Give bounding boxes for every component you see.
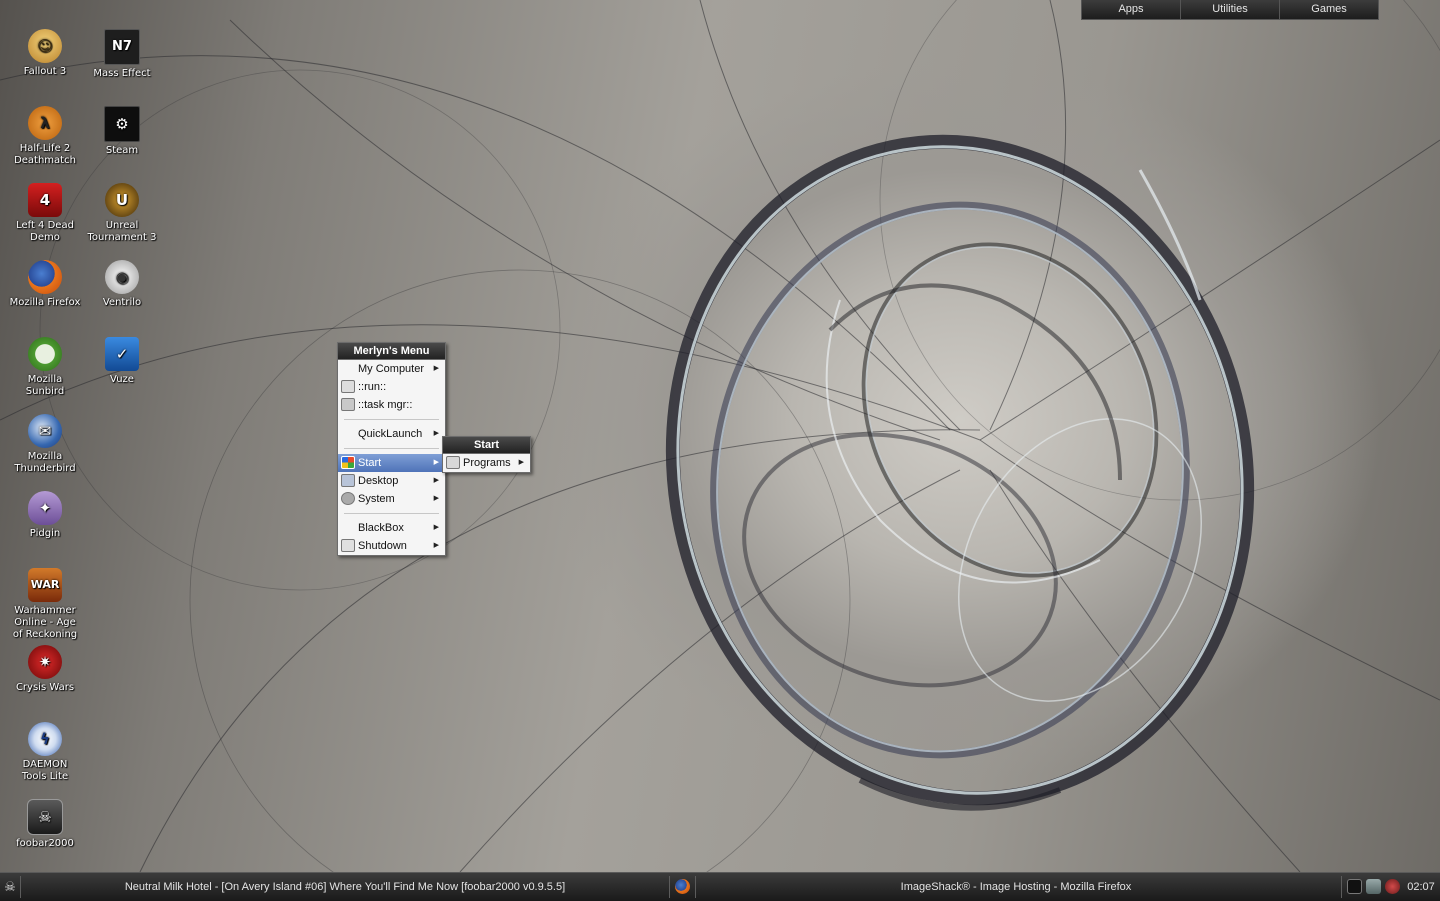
sunbird-icon — [28, 337, 62, 371]
submenu-arrow-icon: ▶ — [433, 495, 439, 502]
taskbar: ☠ Neutral Milk Hotel - [On Avery Island … — [0, 872, 1440, 901]
run-icon — [341, 380, 355, 393]
menu-item-label: System — [358, 493, 395, 505]
main-menu-title: Merlyn's Menu — [338, 343, 445, 360]
network-tray-icon[interactable] — [1366, 879, 1381, 894]
desktop-icon-firefox[interactable]: Mozilla Firefox — [8, 260, 82, 309]
submenu-arrow-icon: ▶ — [433, 365, 439, 372]
windows-flag-icon — [341, 456, 355, 469]
n7-icon: N7 — [104, 29, 140, 65]
menu-item-quicklaunch[interactable]: QuickLaunch ▶ — [338, 425, 445, 443]
submenu-arrow-icon: ▶ — [433, 524, 439, 531]
desktop-icon-left-4-dead[interactable]: 4 Left 4 Dead Demo — [8, 183, 82, 244]
ventrilo-icon: ◉ — [105, 260, 139, 294]
submenu-arrow-icon: ▶ — [433, 477, 439, 484]
menu-separator — [338, 508, 445, 519]
programs-folder-icon — [446, 456, 460, 469]
fractal-swirl-art — [0, 0, 1440, 872]
task-manager-icon — [341, 398, 355, 411]
desktop-icon-unreal-tournament-3[interactable]: U Unreal Tournament 3 — [85, 183, 159, 244]
menu-item-label: Desktop — [358, 475, 399, 487]
start-submenu: Start Programs ▶ — [442, 436, 531, 473]
desktop-icon-sunbird[interactable]: Mozilla Sunbird — [8, 337, 82, 398]
active-window-task[interactable]: ImageShack® - Image Hosting - Mozilla Fi… — [696, 873, 1336, 901]
menu-item-start[interactable]: Start ▶ — [338, 454, 445, 472]
menu-item-blackbox[interactable]: BlackBox ▶ — [338, 519, 445, 537]
menu-item-label: My Computer — [358, 363, 425, 375]
submenu-arrow-icon: ▶ — [433, 459, 439, 466]
clock[interactable]: 02:07 — [1404, 873, 1438, 901]
toolbar-button-apps[interactable]: Apps — [1082, 0, 1181, 19]
desktop-icon-vuze[interactable]: ✓ Vuze — [85, 337, 159, 386]
menu-item-label: Programs — [463, 457, 511, 469]
menu-item-task-mgr[interactable]: ::task mgr:: — [338, 396, 445, 414]
desktop-icon-steam[interactable]: ⚙ Steam — [85, 106, 159, 157]
menu-item-label: ::run:: — [358, 381, 387, 393]
steam-tray-icon[interactable] — [1347, 879, 1362, 894]
firefox-icon — [28, 260, 62, 294]
unreal-icon: U — [105, 183, 139, 217]
menu-item-shutdown[interactable]: Shutdown ▶ — [338, 537, 445, 555]
desktop-icon-warhammer-online[interactable]: WAR Warhammer Online - Age of Reckoning — [8, 568, 82, 641]
menu-item-system[interactable]: System ▶ — [338, 490, 445, 508]
thunderbird-icon: ✉ — [28, 414, 62, 448]
submenu-arrow-icon: ▶ — [433, 430, 439, 437]
desktop-icon-daemon-tools[interactable]: ϟ DAEMON Tools Lite — [8, 722, 82, 783]
blackbox-menu-skull-icon[interactable]: ☠ — [2, 878, 18, 896]
taskbar-divider — [1341, 876, 1342, 898]
desktop-icon-ventrilo[interactable]: ◉ Ventrilo — [85, 260, 159, 309]
menu-item-programs[interactable]: Programs ▶ — [443, 454, 530, 472]
foobar-icon: ☠ — [27, 799, 63, 835]
shutdown-icon — [341, 539, 355, 552]
vuze-icon: ✓ — [105, 337, 139, 371]
steam-icon: ⚙ — [104, 106, 140, 142]
menu-separator — [338, 443, 445, 454]
daemon-tools-icon: ϟ — [28, 722, 62, 756]
crysis-icon: ✷ — [28, 645, 62, 679]
menu-item-desktop[interactable]: Desktop ▶ — [338, 472, 445, 490]
desktop-icon-mass-effect[interactable]: N7 Mass Effect — [85, 29, 159, 80]
submenu-arrow-icon: ▶ — [518, 459, 524, 466]
main-menu: Merlyn's Menu My Computer ▶ ::run:: ::ta… — [337, 342, 446, 556]
l4d-icon: 4 — [28, 183, 62, 217]
desktop-icon-crysis-wars[interactable]: ✷ Crysis Wars — [8, 645, 82, 694]
war-icon: WAR — [28, 568, 62, 602]
desktop-wallpaper — [0, 0, 1440, 872]
menu-item-my-computer[interactable]: My Computer ▶ — [338, 360, 445, 378]
firefox-icon[interactable] — [675, 879, 690, 894]
fallout-vaultboy-icon: ☺ — [28, 29, 62, 63]
start-submenu-title: Start — [443, 437, 530, 454]
menu-item-run[interactable]: ::run:: — [338, 378, 445, 396]
pidgin-icon: ✦ — [28, 491, 62, 525]
lambda-icon: λ — [28, 106, 62, 140]
desktop-icon-fallout-3[interactable]: ☺ Fallout 3 — [8, 29, 82, 78]
system-icon — [341, 492, 355, 505]
menu-item-label: BlackBox — [358, 522, 404, 534]
antivirus-tray-icon[interactable] — [1385, 879, 1400, 894]
menu-item-label: QuickLaunch — [358, 428, 423, 440]
menu-item-label: ::task mgr:: — [358, 399, 413, 411]
submenu-arrow-icon: ▶ — [433, 542, 439, 549]
now-playing-text[interactable]: Neutral Milk Hotel - [On Avery Island #0… — [20, 873, 670, 901]
desktop-icon-foobar2000[interactable]: ☠ foobar2000 — [8, 799, 82, 850]
menu-item-label: Shutdown — [358, 540, 407, 552]
menu-item-label: Start — [358, 457, 382, 469]
taskbar-divider — [669, 876, 670, 898]
desktop-icon-thunderbird[interactable]: ✉ Mozilla Thunderbird — [8, 414, 82, 475]
top-toolbar: Apps Utilities Games — [1081, 0, 1379, 20]
desktop-icon-pidgin[interactable]: ✦ Pidgin — [8, 491, 82, 540]
desktop-icon-half-life-2[interactable]: λ Half-Life 2 Deathmatch — [8, 106, 82, 167]
toolbar-button-utilities[interactable]: Utilities — [1181, 0, 1280, 19]
toolbar-button-games[interactable]: Games — [1280, 0, 1378, 19]
menu-separator — [338, 414, 445, 425]
desktop-icon — [341, 474, 355, 487]
